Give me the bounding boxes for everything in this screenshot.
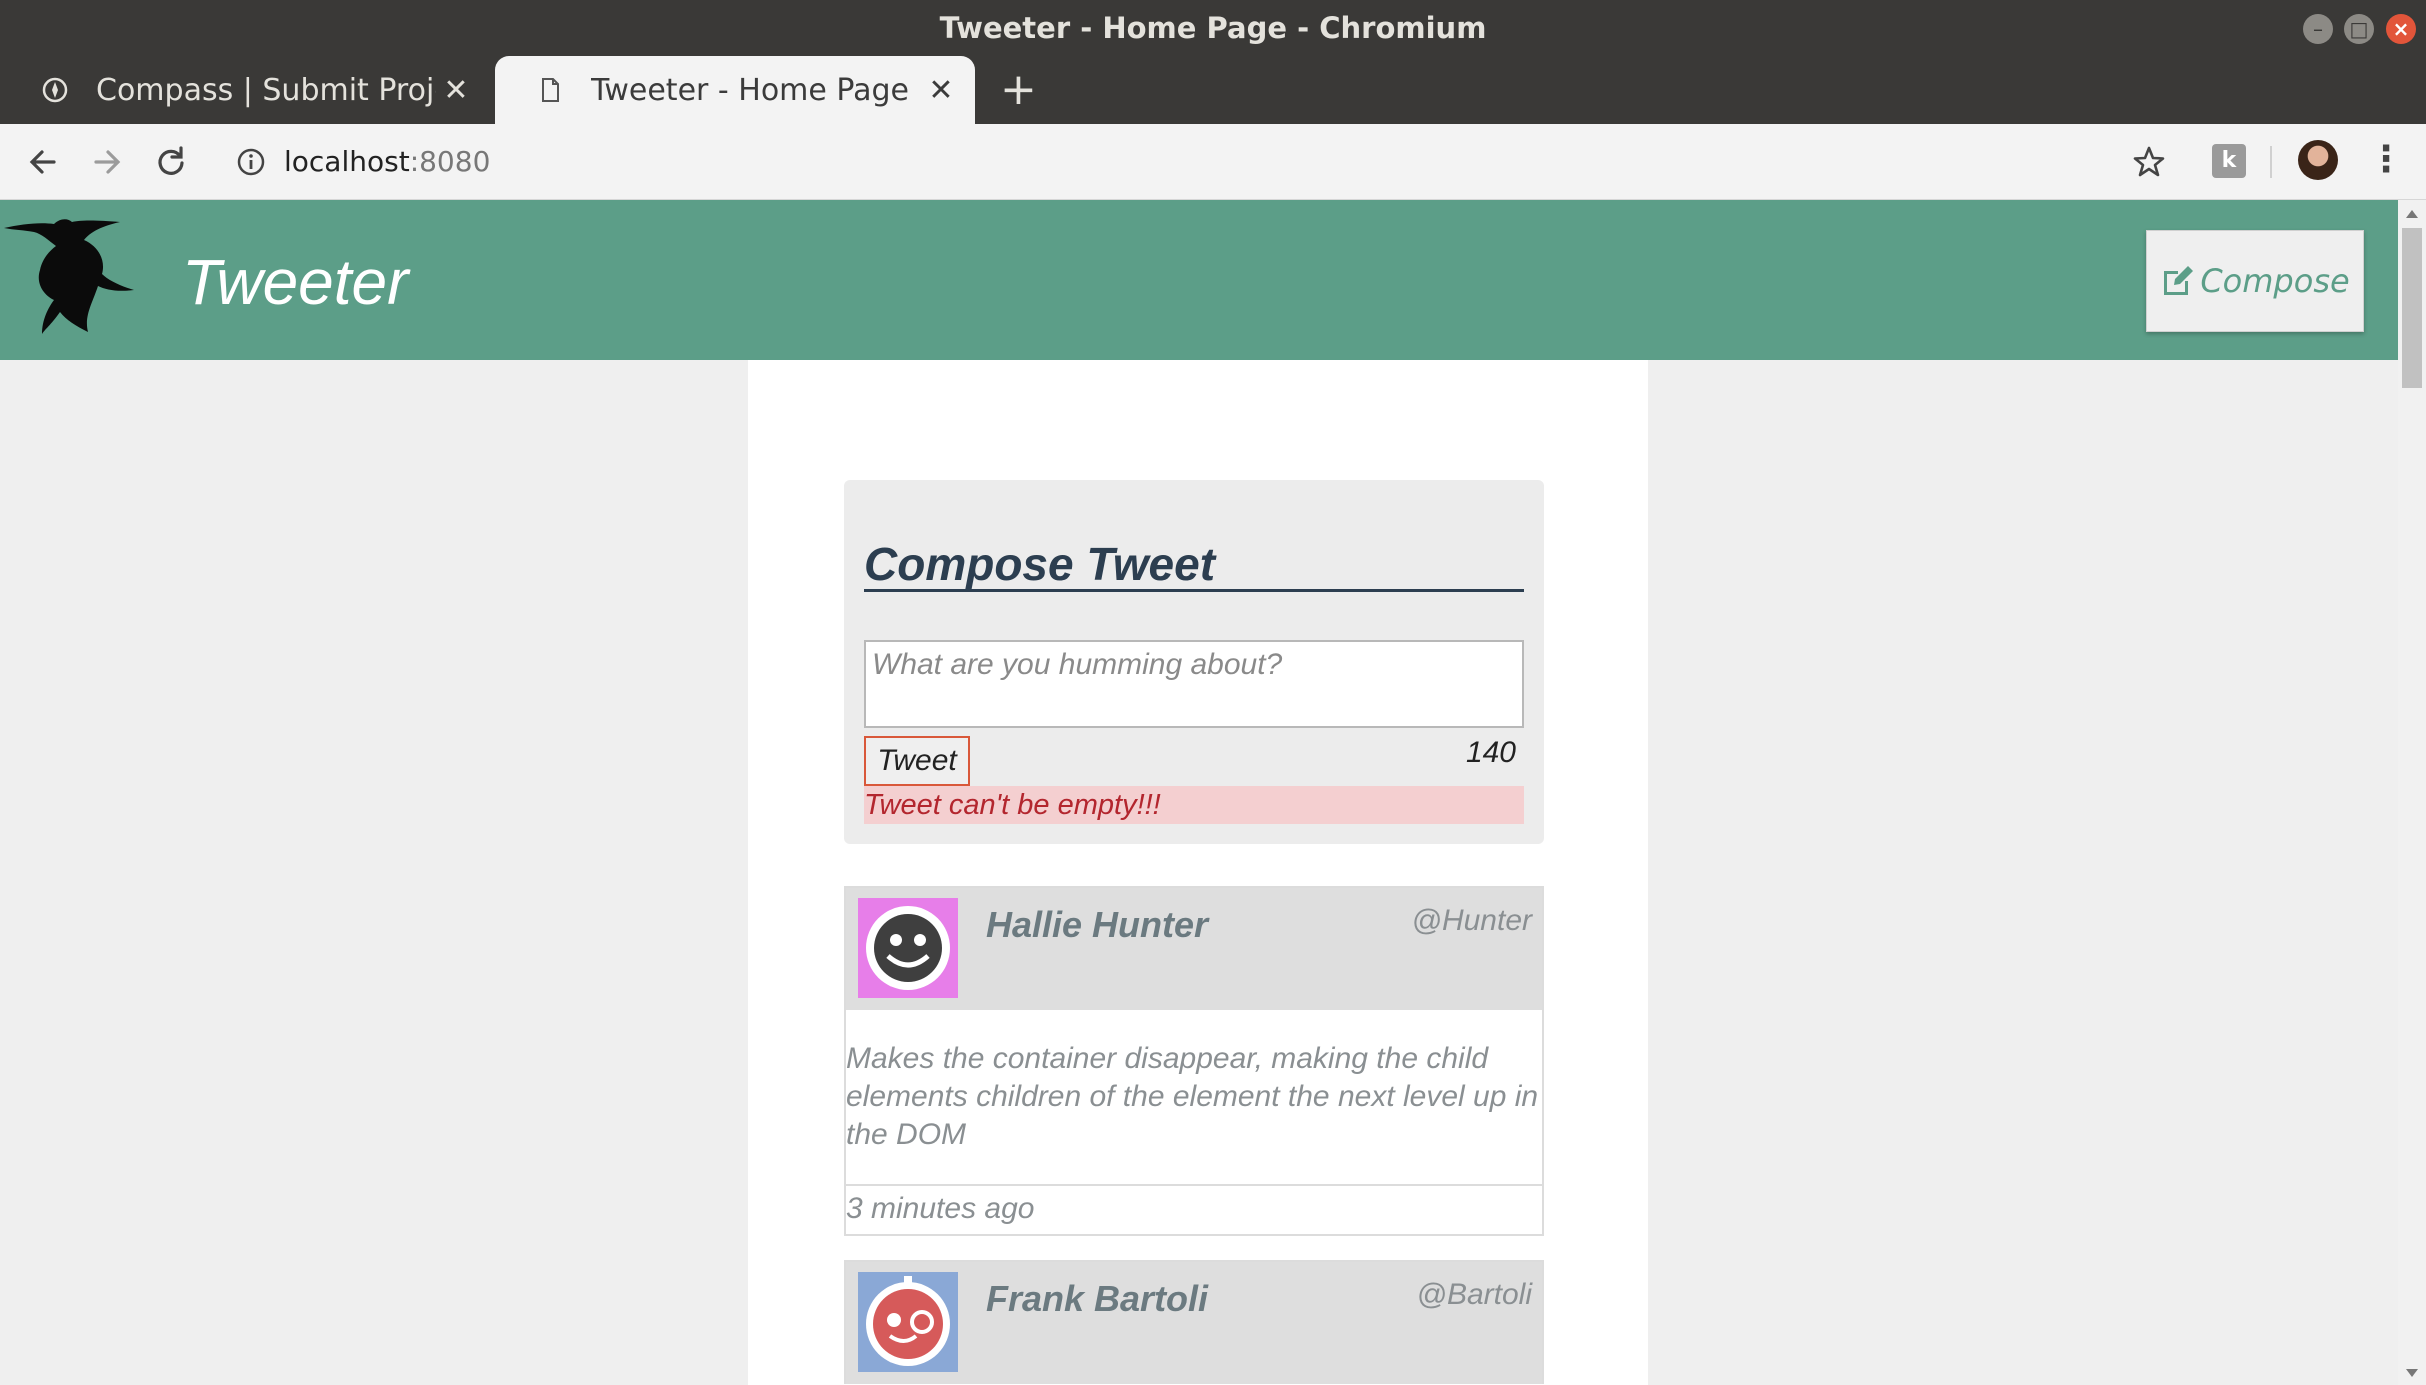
tweet-author-handle: @Bartoli <box>1416 1278 1533 1311</box>
hummingbird-logo-icon <box>4 219 134 334</box>
url-host: localhost <box>284 145 410 178</box>
page-icon <box>542 78 559 102</box>
reload-icon[interactable] <box>152 143 190 181</box>
new-tab-button[interactable]: + <box>1000 56 1037 124</box>
compose-tweet-title: Compose Tweet <box>864 536 1524 592</box>
compose-button-label: Compose <box>2200 262 2350 300</box>
page-scrollbar[interactable] <box>2398 200 2426 1385</box>
compose-tweet-section: Compose Tweet Tweet 140 Tweet can't be e… <box>844 480 1544 844</box>
tweet-submit-button[interactable]: Tweet <box>864 736 970 786</box>
address-bar[interactable]: localhost:8080 <box>284 124 490 200</box>
compose-button[interactable]: Compose <box>2146 230 2364 332</box>
tab-compass[interactable]: Compass | Submit Project ✕ <box>0 56 490 124</box>
compass-icon <box>42 77 68 103</box>
brand-title: Tweeter <box>182 246 409 318</box>
character-counter: 140 <box>1465 736 1516 769</box>
tweet-text: Makes the container disappear, making th… <box>846 1010 1542 1186</box>
back-arrow-icon[interactable] <box>24 143 62 181</box>
avatar <box>858 898 958 998</box>
scrollbar-thumb[interactable] <box>2402 228 2422 388</box>
extension-icon[interactable]: k <box>2212 144 2246 178</box>
browser-menu-icon[interactable]: ⋮ <box>2368 138 2404 182</box>
edit-icon <box>2164 266 2194 295</box>
site-header: Tweeter Compose <box>0 200 2398 360</box>
tweet-textarea[interactable] <box>864 640 1524 728</box>
scroll-down-arrow-icon[interactable] <box>2406 1369 2418 1377</box>
scroll-up-arrow-icon[interactable] <box>2406 210 2418 218</box>
tab-label: Compass | Submit Project <box>96 72 436 108</box>
profile-avatar[interactable] <box>2298 140 2338 180</box>
window-titlebar: Tweeter - Home Page - Chromium – □ × <box>0 0 2426 56</box>
browser-toolbar: localhost:8080 k <box>0 124 2426 200</box>
error-message: Tweet can't be empty!!! <box>864 786 1524 824</box>
tab-strip: Compass | Submit Project ✕ Tweeter - Hom… <box>0 56 2426 124</box>
main-content: Compose Tweet Tweet 140 Tweet can't be e… <box>748 360 1648 1385</box>
forward-arrow-icon[interactable] <box>88 143 126 181</box>
toolbar-separator <box>2270 146 2272 178</box>
site-info-icon[interactable] <box>234 145 268 179</box>
avatar <box>858 1272 958 1372</box>
bookmark-star-icon[interactable] <box>2130 143 2168 181</box>
close-window-button[interactable]: × <box>2386 14 2416 44</box>
tweet-card: Frank Bartoli @Bartoli <box>844 1260 1544 1384</box>
tweet-card: Hallie Hunter @Hunter Makes the containe… <box>844 886 1544 1236</box>
close-tab-icon[interactable]: ✕ <box>436 73 476 108</box>
tweet-header: Hallie Hunter @Hunter <box>846 888 1542 1010</box>
tweet-author-handle: @Hunter <box>1411 904 1533 937</box>
minimize-button[interactable]: – <box>2303 14 2333 44</box>
tweet-header: Frank Bartoli @Bartoli <box>846 1262 1542 1384</box>
tweet-timestamp: 3 minutes ago <box>846 1192 1035 1225</box>
window-title: Tweeter - Home Page - Chromium <box>939 11 1487 45</box>
tab-label: Tweeter - Home Page <box>591 72 910 108</box>
url-port: :8080 <box>409 145 491 178</box>
tweet-author-name: Frank Bartoli <box>986 1278 1209 1319</box>
tab-tweeter-home[interactable]: Tweeter - Home Page ✕ <box>495 56 975 124</box>
maximize-button[interactable]: □ <box>2344 14 2374 44</box>
tweet-author-name: Hallie Hunter <box>986 904 1209 945</box>
close-tab-icon[interactable]: ✕ <box>921 73 961 108</box>
